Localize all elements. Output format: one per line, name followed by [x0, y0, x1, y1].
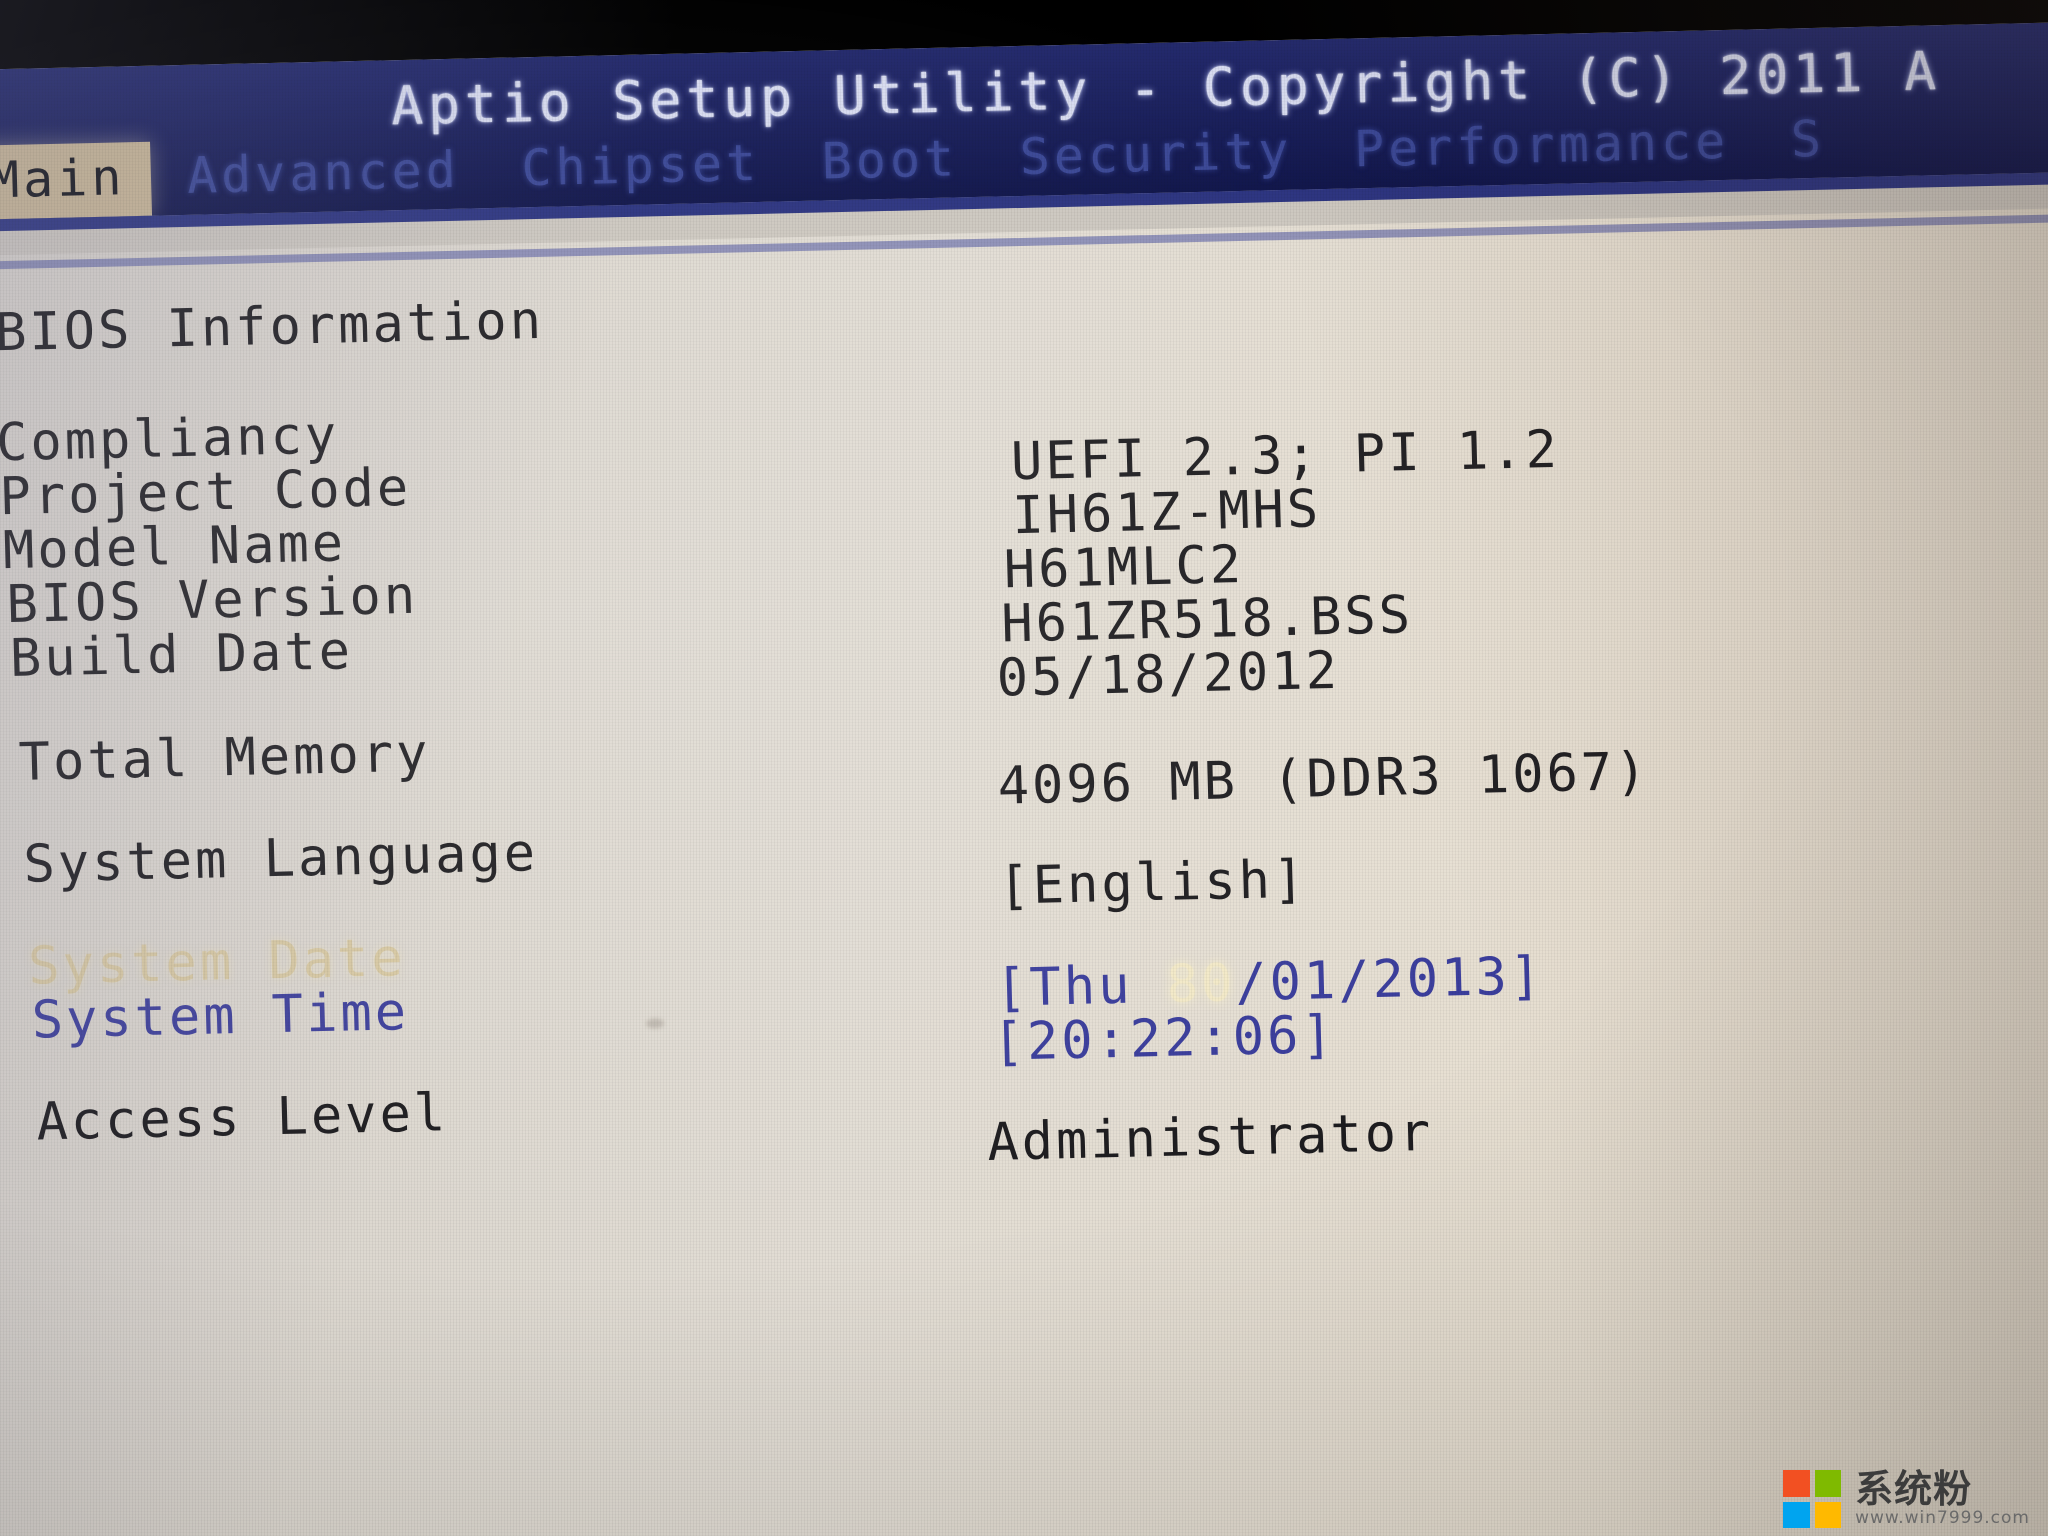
value-access-level: Administrator [986, 1102, 1435, 1173]
label-access-level: Access Level [35, 1083, 449, 1153]
value-build-date: 05/18/2012 [996, 640, 1341, 709]
tab-advanced[interactable]: Advanced [160, 134, 487, 215]
bios-screen: Aptio Setup Utility - Copyright (C) 2011… [0, 21, 2048, 1536]
watermark-brand: 系统粉 [1855, 1467, 1973, 1512]
tab-performance[interactable]: Performance [1327, 105, 1756, 189]
monitor-photo: Aptio Setup Utility - Copyright (C) 2011… [0, 0, 2048, 1536]
label-build-date: Build Date [9, 621, 354, 690]
tab-chipset[interactable]: Chipset [494, 127, 787, 208]
label-total-memory: Total Memory [17, 723, 432, 793]
watermark-url: www.win7999.com [1855, 1508, 2030, 1529]
label-system-language[interactable]: System Language [23, 823, 539, 895]
windows-logo-square-green [1814, 1470, 1842, 1497]
system-date-suffix: /01/2013] [1234, 946, 1545, 1014]
tab-security[interactable]: Security [993, 115, 1320, 196]
watermark-text: 系统粉 www.win7999.com [1855, 1467, 2030, 1529]
windows-logo-square-blue [1783, 1501, 1810, 1528]
system-date-day-highlight[interactable]: 80 [1166, 953, 1236, 1015]
value-system-time[interactable]: [20:22:06] [992, 1005, 1337, 1073]
tab-save-exit[interactable]: S [1764, 103, 1852, 179]
section-title-bios-information: BIOS Information [0, 290, 545, 364]
setup-body: BIOS Information Compliancy Project Code… [0, 207, 2048, 1536]
windows-logo-square-red [1783, 1470, 1810, 1497]
tab-boot[interactable]: Boot [795, 123, 985, 201]
site-watermark: 系统粉 www.win7999.com [1783, 1467, 2030, 1529]
windows-logo-square-yellow [1814, 1501, 1842, 1528]
tab-main[interactable]: Main [0, 141, 153, 220]
value-system-language[interactable]: [English] [998, 850, 1308, 917]
label-system-time[interactable]: System Time [31, 982, 410, 1051]
windows-logo-icon [1783, 1470, 1842, 1528]
